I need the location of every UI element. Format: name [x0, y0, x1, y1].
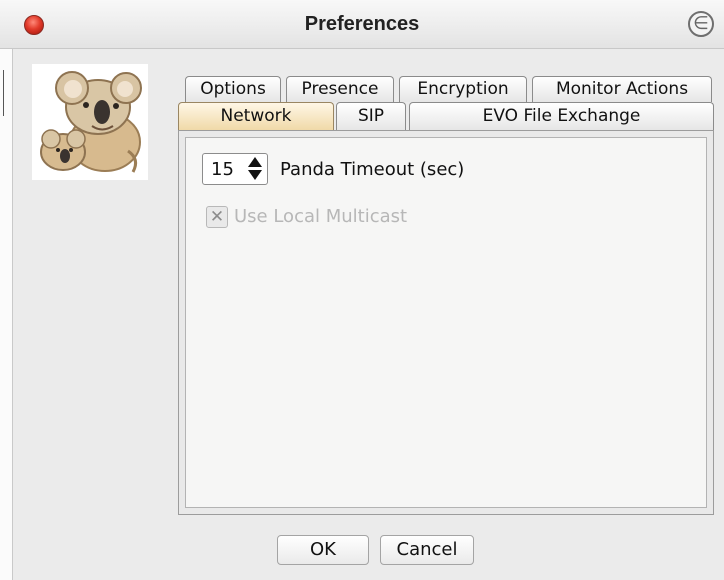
use-local-multicast-label: Use Local Multicast — [234, 206, 408, 227]
koala-logo-icon — [32, 64, 148, 180]
cancel-button[interactable]: Cancel — [380, 535, 474, 565]
use-local-multicast-checkbox[interactable]: ✕ — [206, 206, 228, 228]
e-icon[interactable]: ∈ — [688, 11, 714, 37]
network-settings-area: 15 Panda Timeout (sec) ✕ Use Local Multi… — [185, 137, 707, 508]
arrow-up-icon[interactable] — [248, 157, 262, 167]
tab-options[interactable]: Options — [185, 76, 281, 102]
network-panel: 15 Panda Timeout (sec) ✕ Use Local Multi… — [178, 130, 714, 515]
tab-network[interactable]: Network — [178, 102, 334, 130]
title-bar: Preferences ∈ — [0, 0, 724, 49]
spinner-arrows-icon[interactable] — [246, 157, 264, 181]
tab-presence[interactable]: Presence — [286, 76, 394, 102]
tab-sip[interactable]: SIP — [336, 102, 406, 130]
ok-button[interactable]: OK — [277, 535, 369, 565]
tab-monitor-actions[interactable]: Monitor Actions — [532, 76, 712, 102]
panda-timeout-value[interactable]: 15 — [211, 159, 234, 180]
left-edge-mark — [3, 70, 4, 116]
tab-evo-file-exchange[interactable]: EVO File Exchange — [409, 102, 714, 130]
panda-timeout-spinner[interactable]: 15 — [202, 153, 268, 185]
left-window-edge — [0, 48, 13, 580]
window-title: Preferences — [304, 13, 420, 35]
panda-timeout-label: Panda Timeout (sec) — [280, 159, 465, 180]
tab-encryption[interactable]: Encryption — [399, 76, 527, 102]
preferences-window: Preferences ∈ Options Presence Encryptio… — [0, 0, 724, 580]
arrow-down-icon[interactable] — [248, 170, 262, 180]
